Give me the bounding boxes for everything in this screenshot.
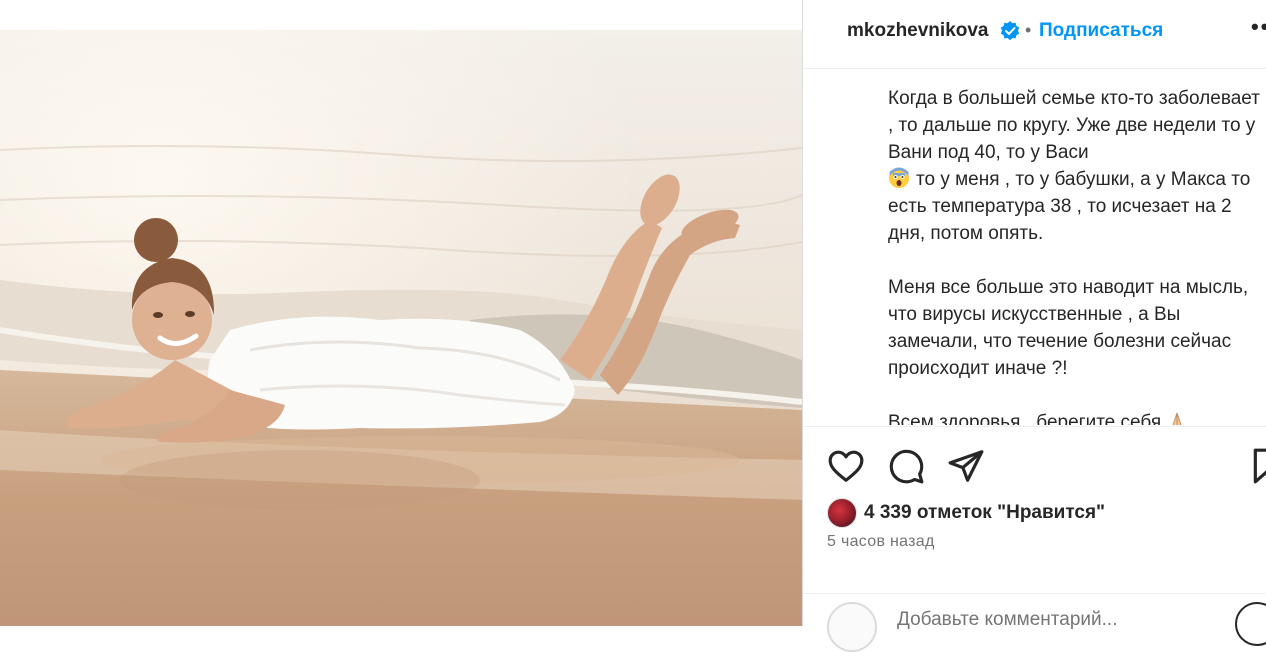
beach-photo-illustration [0,30,802,626]
add-comment-row [803,593,1266,652]
post-actions: 4 339 отметок "Нравится" 5 часов назад [803,426,1266,652]
author-username[interactable]: mkozhevnikova [847,20,989,42]
post-header: mkozhevnikova • Подписаться •• [803,0,1266,69]
liker-avatar[interactable] [827,498,857,528]
screaming-face-emoji-icon [889,167,909,188]
likes-summary[interactable]: 4 339 отметок "Нравится" [827,497,1247,529]
post-timestamp[interactable]: 5 часов назад [827,533,935,551]
caption-paragraph-2: Меня все больше это наводит на мысль, чт… [888,277,1249,379]
smiley-icon[interactable] [1235,602,1266,646]
heart-icon[interactable] [827,447,865,485]
paper-plane-icon[interactable] [947,447,985,485]
follow-button[interactable]: Подписаться [1039,20,1163,42]
comment-icon[interactable] [887,447,925,485]
folded-hands-emoji-icon [1173,412,1182,425]
caption-text-1b: то у меня , то у бабушки, а у Макса то е… [888,169,1251,244]
post-side-panel: mkozhevnikova • Подписаться •• Когда в б… [802,0,1266,652]
current-user-avatar [827,602,877,652]
more-options-icon[interactable]: •• [1251,14,1266,40]
post-caption: Когда в большей семье кто-то заболевает … [888,85,1260,425]
comment-input[interactable] [895,608,1199,632]
bookmark-icon[interactable] [1249,447,1266,485]
caption-text-3: Всем здоровья , берегите себя [888,412,1162,425]
header-separator: • [1025,20,1032,40]
verified-badge-icon [1000,21,1020,41]
caption-paragraph-3: Всем здоровья , берегите себя [888,409,1260,425]
likes-count[interactable]: 4 339 отметок "Нравится" [864,502,1105,524]
caption-text-1a: Когда в большей семье кто-то заболевает … [888,88,1260,163]
post-photo[interactable] [0,30,802,626]
caption-paragraph-1: Когда в большей семье кто-то заболевает … [888,85,1260,247]
